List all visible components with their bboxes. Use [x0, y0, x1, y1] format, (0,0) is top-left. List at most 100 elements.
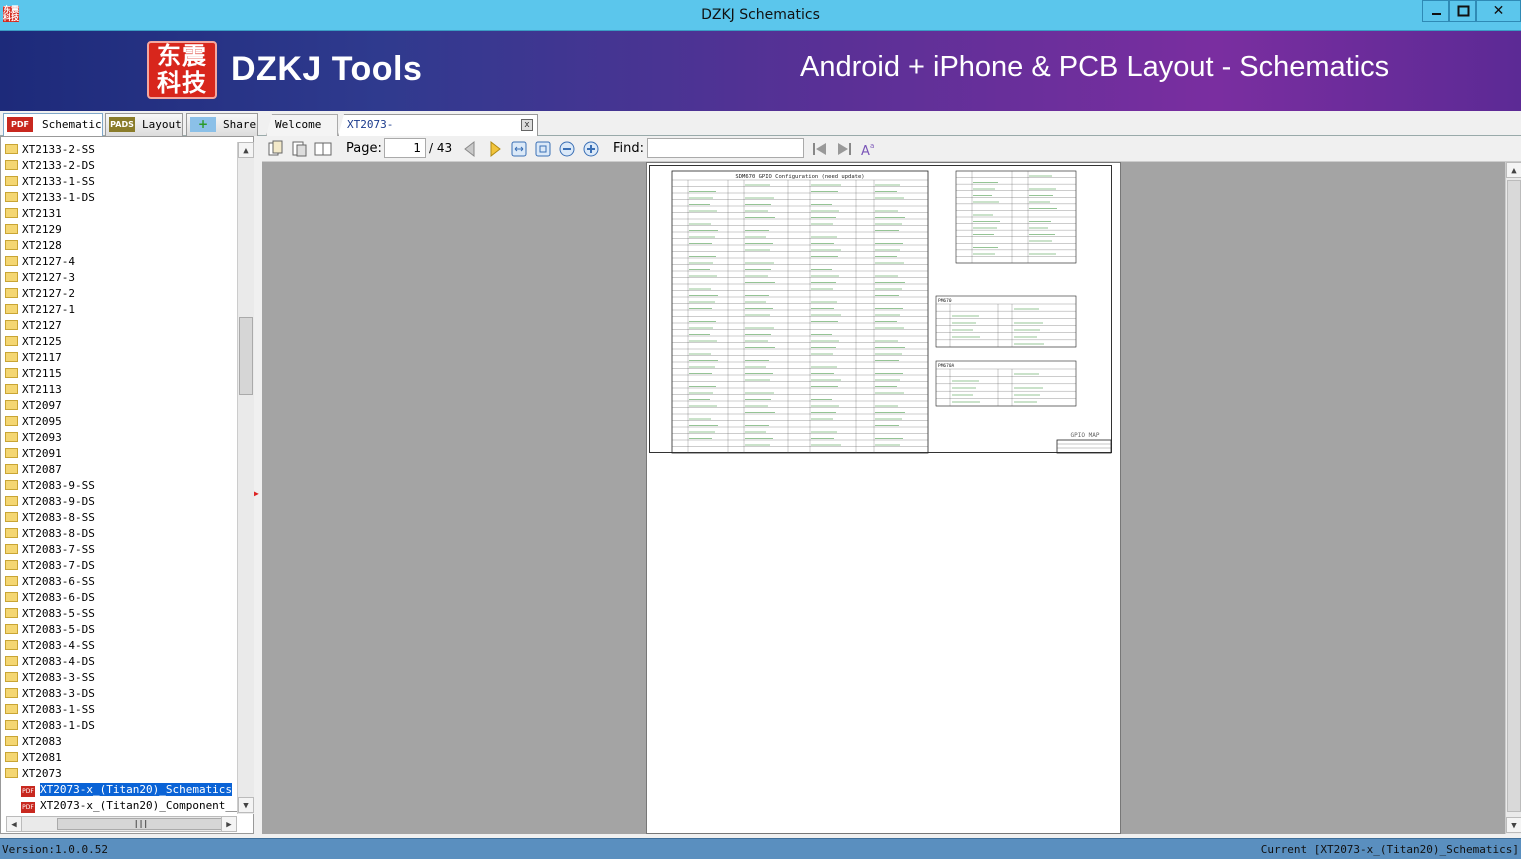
scroll-left-icon[interactable]: ◀	[6, 816, 22, 832]
folder-icon	[5, 464, 18, 474]
viewer-vertical-scrollbar[interactable]: ▲ ▼	[1505, 162, 1521, 834]
tree-folder-item[interactable]: XT2083-7-SS	[5, 542, 95, 558]
close-button[interactable]: ✕	[1476, 0, 1521, 22]
tree-folder-item[interactable]: XT2083-4-DS	[5, 654, 95, 670]
folder-icon	[5, 624, 18, 634]
folder-icon	[5, 720, 18, 730]
tree-folder-item[interactable]: XT2095	[5, 414, 62, 430]
tab-current-document[interactable]: XT2073-x_(Titan20)_Schematics x	[338, 114, 538, 136]
tree-folder-item[interactable]: XT2083	[5, 734, 62, 750]
tree-folder-item[interactable]: XT2133-2-DS	[5, 158, 95, 174]
tree-folder-item[interactable]: XT2128	[5, 238, 62, 254]
tree-folder-item[interactable]: XT2125	[5, 334, 62, 350]
scroll-right-icon[interactable]: ▶	[221, 816, 237, 832]
tree-folder-item[interactable]: XT2083-4-SS	[5, 638, 95, 654]
tree-folder-item[interactable]: XT2129	[5, 222, 62, 238]
tree-vertical-scrollbar[interactable]: ▲ ▼	[237, 142, 254, 814]
tree-folder-item[interactable]: XT2133-1-DS	[5, 190, 95, 206]
tree-folder-label: XT2083-4-DS	[22, 655, 95, 668]
tab-welcome[interactable]: Welcome	[266, 114, 338, 136]
tree-folder-item[interactable]: XT2127	[5, 318, 62, 334]
close-tab-icon[interactable]: x	[521, 119, 533, 131]
match-case-icon[interactable]: Aa	[859, 140, 877, 158]
two-page-icon[interactable]	[314, 140, 332, 158]
find-input[interactable]	[647, 138, 804, 158]
page-number-input[interactable]: 1	[384, 138, 426, 158]
header-banner: 东震 科技 DZKJ Tools Android + iPhone & PCB L…	[0, 31, 1521, 111]
tree-file-item[interactable]: PDF XT2073-x_(Titan20)_Schematics	[21, 782, 234, 798]
tree-folder-item[interactable]: XT2127-1	[5, 302, 75, 318]
tree-folder-item[interactable]: XT2133-1-SS	[5, 174, 95, 190]
tree-folder-item[interactable]: XT2115	[5, 366, 62, 382]
next-page-icon[interactable]	[486, 140, 504, 158]
scroll-down-icon[interactable]: ▼	[238, 797, 254, 813]
folder-icon	[5, 208, 18, 218]
tree-horizontal-scrollbar[interactable]: ◀ ||| ▶	[6, 816, 237, 832]
fit-width-icon[interactable]	[510, 140, 528, 158]
document-viewer[interactable]: SDM670 GPIO Configuration (need update) …	[262, 162, 1505, 834]
tree-folder-label: XT2083-7-DS	[22, 559, 95, 572]
tree-folder-item[interactable]: XT2117	[5, 350, 62, 366]
zoom-in-icon[interactable]	[582, 140, 600, 158]
tree-folder-item[interactable]: XT2083-8-DS	[5, 526, 95, 542]
scroll-thumb[interactable]	[239, 317, 253, 395]
tree-folder-item[interactable]: XT2083-5-SS	[5, 606, 95, 622]
tree-folder-label: XT2093	[22, 431, 62, 444]
folder-icon	[5, 544, 18, 554]
folder-icon	[5, 432, 18, 442]
tree-folder-item[interactable]: XT2093	[5, 430, 62, 446]
tree-folder-item[interactable]: XT2083-7-DS	[5, 558, 95, 574]
fit-page-icon[interactable]	[534, 140, 552, 158]
scroll-thumb[interactable]: |||	[57, 818, 225, 830]
tree-folder-item[interactable]: XT2083-1-SS	[5, 702, 95, 718]
tree-folder-item[interactable]: XT2083-6-DS	[5, 590, 95, 606]
tree-folder-item[interactable]: XT2083-1-DS	[5, 718, 95, 734]
splitter-arrow-icon[interactable]: ▶	[254, 489, 260, 499]
tree-folder-item[interactable]: XT2083-9-DS	[5, 494, 95, 510]
tree-folder-item[interactable]: XT2127-2	[5, 286, 75, 302]
folder-icon	[5, 768, 18, 778]
folder-icon	[5, 480, 18, 490]
pdf-icon: PDF	[7, 117, 33, 132]
folder-icon	[5, 560, 18, 570]
folder-icon	[5, 192, 18, 202]
svg-text:a: a	[870, 142, 874, 150]
dzkj-logo: 东震 科技	[147, 41, 217, 99]
scroll-up-icon[interactable]: ▲	[1506, 162, 1521, 178]
previous-page-icon[interactable]	[461, 140, 479, 158]
zoom-out-icon[interactable]	[558, 140, 576, 158]
tree-folder-item[interactable]: XT2127-3	[5, 270, 75, 286]
tree-folder-item[interactable]: XT2083-3-DS	[5, 686, 95, 702]
tree-folder-item[interactable]: XT2087	[5, 462, 62, 478]
single-page-icon[interactable]	[290, 140, 308, 158]
tree-folder-item[interactable]: XT2083-8-SS	[5, 510, 95, 526]
tree-folder-item[interactable]: XT2083-9-SS	[5, 478, 95, 494]
tree-folder-item[interactable]: XT2091	[5, 446, 62, 462]
tab-layout[interactable]: PADS Layout	[105, 113, 183, 136]
tree-folder-item[interactable]: XT2113	[5, 382, 62, 398]
tree-folder-item[interactable]: XT2097	[5, 398, 62, 414]
tree-folder-item[interactable]: XT2073	[5, 766, 62, 782]
viewer-toolbar: Page: 1 / 43 Find: Aa	[262, 136, 1521, 162]
tree-file-item[interactable]: PDF XT2073-x_(Titan20)_Component__Loc	[21, 798, 237, 814]
tab-schematic[interactable]: PDF Schematic	[3, 113, 103, 137]
find-previous-icon[interactable]	[811, 140, 829, 158]
copy-icon[interactable]	[267, 140, 285, 158]
folder-icon	[5, 736, 18, 746]
maximize-button[interactable]	[1449, 0, 1476, 22]
folder-icon	[5, 592, 18, 602]
tree-folder-item[interactable]: XT2083-5-DS	[5, 622, 95, 638]
tree-folder-item[interactable]: XT2131	[5, 206, 62, 222]
tree-folder-item[interactable]: XT2133-2-SS	[5, 142, 95, 158]
find-next-icon[interactable]	[835, 140, 853, 158]
tab-share[interactable]: + Share	[186, 113, 258, 136]
tree-folder-item[interactable]: XT2083-3-SS	[5, 670, 95, 686]
tree-folder-item[interactable]: XT2083-6-SS	[5, 574, 95, 590]
scroll-up-icon[interactable]: ▲	[238, 142, 254, 158]
scroll-thumb[interactable]	[1507, 180, 1521, 812]
folder-icon	[5, 240, 18, 250]
minimize-button[interactable]	[1422, 0, 1449, 22]
tree-folder-item[interactable]: XT2081	[5, 750, 62, 766]
scroll-down-icon[interactable]: ▼	[1506, 817, 1521, 833]
tree-folder-item[interactable]: XT2127-4	[5, 254, 75, 270]
